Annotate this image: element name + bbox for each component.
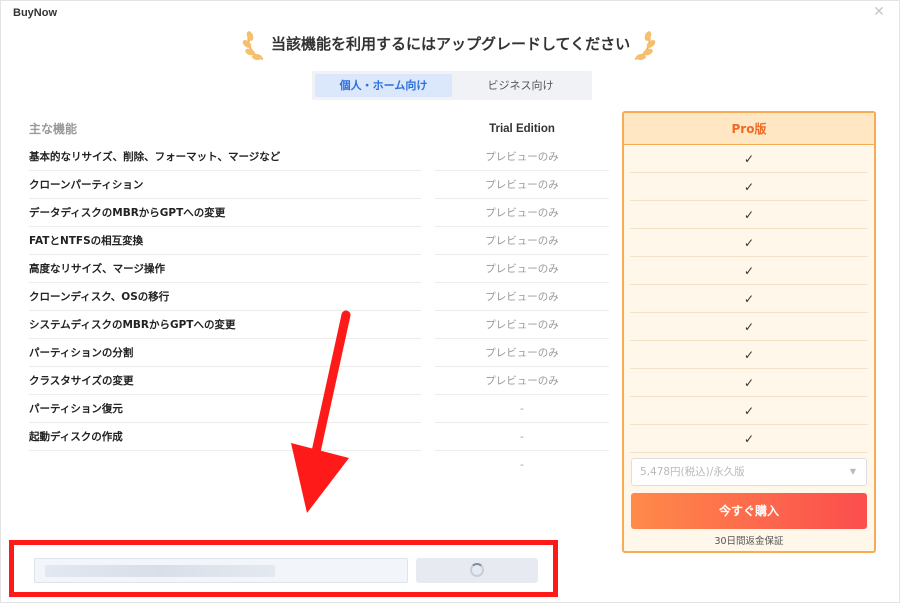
trial-cell: プレビューのみ xyxy=(435,367,609,395)
check-icon: ✓ xyxy=(630,425,868,453)
pro-check-list: ✓ ✓ ✓ ✓ ✓ ✓ ✓ ✓ ✓ ✓ ✓ xyxy=(630,145,868,453)
check-icon: ✓ xyxy=(630,313,868,341)
laurel-icon xyxy=(242,31,264,61)
blurred-placeholder xyxy=(45,565,275,577)
buynow-window: BuyNow ✕ 当該機能を利用するにはアップグレードしてください 個人・ホーム… xyxy=(0,0,900,603)
window-title: BuyNow xyxy=(13,7,57,19)
trial-cell: プレビューのみ xyxy=(435,199,609,227)
feature-row: 起動ディスクの作成 xyxy=(29,423,421,451)
trial-cell: プレビューのみ xyxy=(435,311,609,339)
feature-list: 主な機能 基本的なリサイズ、削除、フォーマット、マージなど クローンパーティショ… xyxy=(29,115,421,451)
plan-select-value: 5,478円(税込)/永久版 xyxy=(640,466,745,478)
buy-now-button[interactable]: 今すぐ購入 xyxy=(631,493,867,529)
plan-select[interactable]: 5,478円(税込)/永久版 ▼ xyxy=(631,458,867,486)
trial-cell: プレビューのみ xyxy=(435,143,609,171)
trial-cell: プレビューのみ xyxy=(435,171,609,199)
annotation-highlight-box xyxy=(9,540,558,597)
trial-cell: プレビューのみ xyxy=(435,227,609,255)
feature-row: クローンディスク、OSの移行 xyxy=(29,283,421,311)
check-icon: ✓ xyxy=(630,397,868,425)
feature-row: パーティションの分割 xyxy=(29,339,421,367)
check-icon: ✓ xyxy=(630,201,868,229)
tab-business[interactable]: ビジネス向け xyxy=(452,74,589,97)
trial-edition-column: Trial Edition プレビューのみ プレビューのみ プレビューのみ プレ… xyxy=(435,115,609,479)
upgrade-headline: 当該機能を利用するにはアップグレードしてください xyxy=(271,35,631,53)
trial-cell: プレビューのみ xyxy=(435,339,609,367)
check-icon: ✓ xyxy=(630,145,868,173)
trial-cell: プレビューのみ xyxy=(435,255,609,283)
feature-list-header: 主な機能 xyxy=(29,122,78,136)
feature-row: 基本的なリサイズ、削除、フォーマット、マージなど xyxy=(29,143,421,171)
pro-edition-panel: Pro版 ✓ ✓ ✓ ✓ ✓ ✓ ✓ ✓ ✓ ✓ ✓ 5,478円(税込)/永久… xyxy=(622,111,876,553)
check-icon: ✓ xyxy=(630,173,868,201)
upgrade-header: 当該機能を利用するにはアップグレードしてください xyxy=(1,25,899,65)
feature-row: パーティション復元 xyxy=(29,395,421,423)
trial-cell: プレビューのみ xyxy=(435,283,609,311)
laurel-icon xyxy=(634,31,656,61)
feature-row: 高度なリサイズ、マージ操作 xyxy=(29,255,421,283)
chevron-down-icon: ▼ xyxy=(849,467,856,476)
feature-row: FATとNTFSの相互変換 xyxy=(29,227,421,255)
feature-row: システムディスクのMBRからGPTへの変更 xyxy=(29,311,421,339)
title-bar: BuyNow ✕ xyxy=(1,1,899,25)
edition-tabs: 個人・ホーム向け ビジネス向け xyxy=(312,71,592,100)
trial-cell: - xyxy=(520,459,524,471)
pro-edition-header: Pro版 xyxy=(624,113,874,145)
loading-spinner-icon xyxy=(470,563,484,577)
trial-edition-header: Trial Edition xyxy=(489,123,555,135)
check-icon: ✓ xyxy=(630,341,868,369)
feature-row: データディスクのMBRからGPTへの変更 xyxy=(29,199,421,227)
trial-cell: - xyxy=(435,395,609,423)
tab-personal-home[interactable]: 個人・ホーム向け xyxy=(315,74,452,97)
close-icon[interactable]: ✕ xyxy=(871,4,887,20)
activate-button[interactable] xyxy=(416,558,538,583)
money-back-guarantee: 30日間返金保証 xyxy=(714,536,784,547)
check-icon: ✓ xyxy=(630,369,868,397)
check-icon: ✓ xyxy=(630,229,868,257)
trial-cell: - xyxy=(435,423,609,451)
feature-row: クラスタサイズの変更 xyxy=(29,367,421,395)
license-code-input[interactable] xyxy=(34,558,408,583)
feature-row: クローンパーティション xyxy=(29,171,421,199)
check-icon: ✓ xyxy=(630,285,868,313)
check-icon: ✓ xyxy=(630,257,868,285)
